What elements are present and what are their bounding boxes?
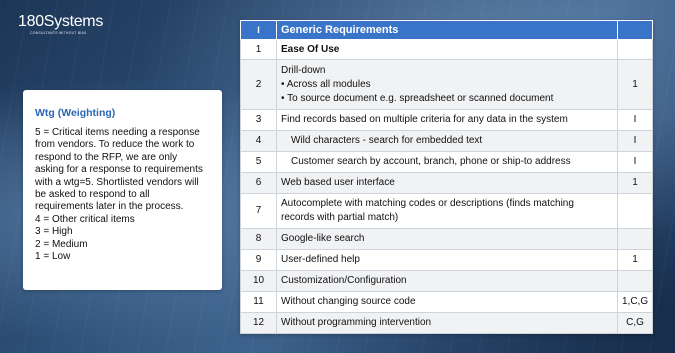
company-logo: 180Systems CONSULTANTS WITHOUT BIAS bbox=[18, 13, 103, 37]
row-requirement: Without changing source code bbox=[276, 291, 618, 313]
row-number: 9 bbox=[240, 249, 277, 271]
row-weighting: I bbox=[617, 151, 653, 173]
row-number: 7 bbox=[240, 193, 277, 229]
weighting-legend-body: 5 = Critical items needing a response fr… bbox=[35, 127, 214, 263]
row-requirement: Autocomplete with matching codes or desc… bbox=[276, 193, 618, 229]
requirement-line: Autocomplete with matching codes or desc… bbox=[281, 198, 574, 209]
row-weighting: I bbox=[617, 109, 653, 131]
row-requirement: Wild characters - search for embedded te… bbox=[276, 130, 618, 152]
legend-line: requirements later in the process. bbox=[35, 201, 184, 213]
row-weighting: 1 bbox=[617, 249, 653, 271]
table-row: 4 Wild characters - search for embedded … bbox=[240, 130, 653, 152]
table-row: 12 Without programming intervention C,G bbox=[240, 312, 653, 334]
legend-line: 3 = High bbox=[35, 226, 73, 238]
header-weighting bbox=[617, 20, 653, 40]
row-requirement: Ease Of Use bbox=[276, 39, 618, 60]
row-number: 1 bbox=[240, 39, 277, 60]
row-number: 11 bbox=[240, 291, 277, 313]
requirement-line: Drill-down bbox=[281, 64, 326, 76]
table-row: 8 Google-like search bbox=[240, 228, 653, 250]
row-weighting bbox=[617, 193, 653, 229]
table-header-row: I Generic Requirements bbox=[240, 20, 653, 40]
row-requirement: Google-like search bbox=[276, 228, 618, 250]
row-number: 10 bbox=[240, 270, 277, 292]
table-row: 3 Find records based on multiple criteri… bbox=[240, 109, 653, 131]
legend-line: asking for a response to requirements bbox=[35, 164, 203, 176]
table-row: 5 Customer search by account, branch, ph… bbox=[240, 151, 653, 173]
row-requirement: Find records based on multiple criteria … bbox=[276, 109, 618, 131]
table-row: 7 Autocomplete with matching codes or de… bbox=[240, 193, 653, 229]
row-weighting: I bbox=[617, 130, 653, 152]
row-requirement: Web based user interface bbox=[276, 172, 618, 194]
row-number: 12 bbox=[240, 312, 277, 334]
row-number: 3 bbox=[240, 109, 277, 131]
row-requirement: Customer search by account, branch, phon… bbox=[276, 151, 618, 173]
row-number: 2 bbox=[240, 59, 277, 110]
header-number: I bbox=[240, 20, 277, 40]
table-row: 11 Without changing source code 1,C,G bbox=[240, 291, 653, 313]
row-number: 5 bbox=[240, 151, 277, 173]
logo-tagline: CONSULTANTS WITHOUT BIAS bbox=[30, 31, 87, 35]
legend-line: with a wtg=5. Shortlisted vendors will bbox=[35, 176, 199, 188]
table-row: 6 Web based user interface 1 bbox=[240, 172, 653, 194]
legend-line: 1 = Low bbox=[35, 251, 71, 263]
row-requirement: Customization/Configuration bbox=[276, 270, 618, 292]
weighting-legend-title: Wtg (Weighting) bbox=[35, 107, 116, 119]
row-weighting: C,G bbox=[617, 312, 653, 334]
row-number: 4 bbox=[240, 130, 277, 152]
row-requirement: Drill-down • Across all modules • To sou… bbox=[276, 59, 618, 110]
legend-line: 4 = Other critical items bbox=[35, 213, 135, 225]
row-weighting: 1,C,G bbox=[617, 291, 653, 313]
table-row: 1 Ease Of Use bbox=[240, 39, 653, 60]
row-number: 8 bbox=[240, 228, 277, 250]
table-row: 9 User-defined help 1 bbox=[240, 249, 653, 271]
table-row: 2 Drill-down • Across all modules • To s… bbox=[240, 59, 653, 110]
requirement-line: • Across all modules bbox=[281, 78, 371, 90]
legend-line: be asked to respond to all bbox=[35, 189, 150, 201]
legend-line: 2 = Medium bbox=[35, 238, 88, 250]
row-weighting: 1 bbox=[617, 59, 653, 110]
requirement-line: • To source document e.g. spreadsheet or… bbox=[281, 92, 554, 104]
row-number: 6 bbox=[240, 172, 277, 194]
legend-line: from vendors. To reduce the work to bbox=[35, 139, 195, 151]
requirement-line: records with partial match) bbox=[281, 212, 399, 223]
row-requirement: Without programming intervention bbox=[276, 312, 618, 334]
row-weighting: 1 bbox=[617, 172, 653, 194]
legend-line: 5 = Critical items needing a response bbox=[35, 127, 200, 138]
row-weighting bbox=[617, 270, 653, 292]
requirements-table: I Generic Requirements 1 Ease Of Use 2 D… bbox=[240, 20, 653, 334]
header-requirement: Generic Requirements bbox=[276, 20, 618, 40]
table-row: 10 Customization/Configuration bbox=[240, 270, 653, 292]
logo-brand: 180Systems bbox=[18, 13, 104, 30]
row-requirement: User-defined help bbox=[276, 249, 618, 271]
legend-line: respond to the RFP, we are only bbox=[35, 151, 178, 163]
weighting-legend-card: Wtg (Weighting) 5 = Critical items needi… bbox=[23, 90, 222, 290]
row-weighting bbox=[617, 228, 653, 250]
row-weighting bbox=[617, 39, 653, 60]
